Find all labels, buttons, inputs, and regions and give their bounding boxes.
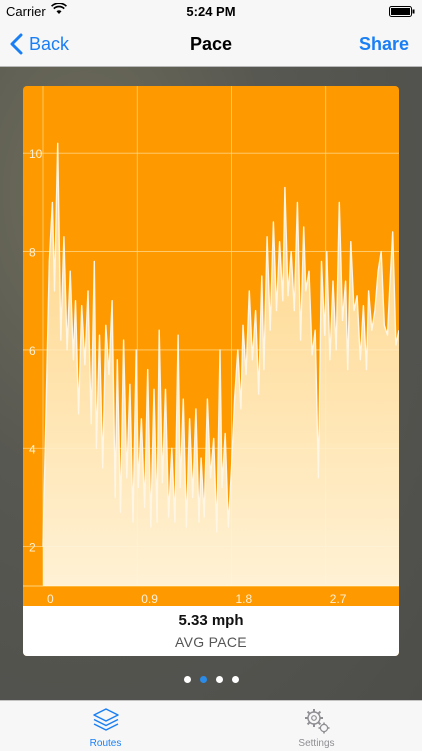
avg-pace-label: AVG PACE — [175, 634, 247, 650]
share-button[interactable]: Share — [359, 34, 409, 55]
gears-icon — [302, 706, 332, 741]
tab-bar: Routes Settings — [0, 700, 422, 751]
page-dot[interactable] — [231, 676, 239, 683]
status-bar: Carrier 5:24 PM — [0, 0, 422, 22]
back-button[interactable]: Back — [10, 32, 69, 56]
tab-settings-label: Settings — [298, 738, 335, 749]
page-indicator[interactable] — [0, 676, 422, 686]
tab-settings[interactable]: Settings — [211, 701, 422, 751]
stat-panel: 5.33 mph AVG PACE — [23, 606, 399, 656]
x-tick-label: 2.7 — [330, 592, 347, 606]
layers-icon — [91, 706, 121, 741]
pace-chart: 2 4 6 8 10 0 0.9 1.8 2.7 — [23, 86, 399, 606]
x-tick-label: 1.8 — [235, 592, 252, 606]
y-tick-label: 10 — [29, 147, 43, 161]
tab-routes-label: Routes — [89, 738, 122, 749]
status-time: 5:24 PM — [186, 4, 236, 19]
battery-icon — [389, 5, 415, 17]
chevron-left-icon — [10, 33, 23, 55]
back-label: Back — [29, 33, 70, 54]
y-tick-label: 6 — [29, 344, 36, 358]
y-tick-label: 8 — [29, 246, 36, 260]
pace-area-fill — [43, 143, 399, 587]
page-dot[interactable] — [199, 676, 207, 683]
y-tick-label: 2 — [29, 541, 36, 555]
navigation-bar: Back Pace Share — [0, 22, 422, 67]
y-tick-label: 4 — [29, 442, 36, 456]
x-tick-label: 0.9 — [141, 592, 158, 606]
page-dot[interactable] — [215, 676, 223, 683]
page-dot[interactable] — [183, 676, 191, 683]
pace-chart-card[interactable]: 2 4 6 8 10 0 0.9 1.8 2.7 5.33 mph AVG PACE — [23, 86, 399, 656]
x-tick-label: 0 — [47, 592, 54, 606]
avg-pace-value: 5.33 mph — [178, 612, 244, 629]
tab-routes[interactable]: Routes — [0, 701, 211, 751]
